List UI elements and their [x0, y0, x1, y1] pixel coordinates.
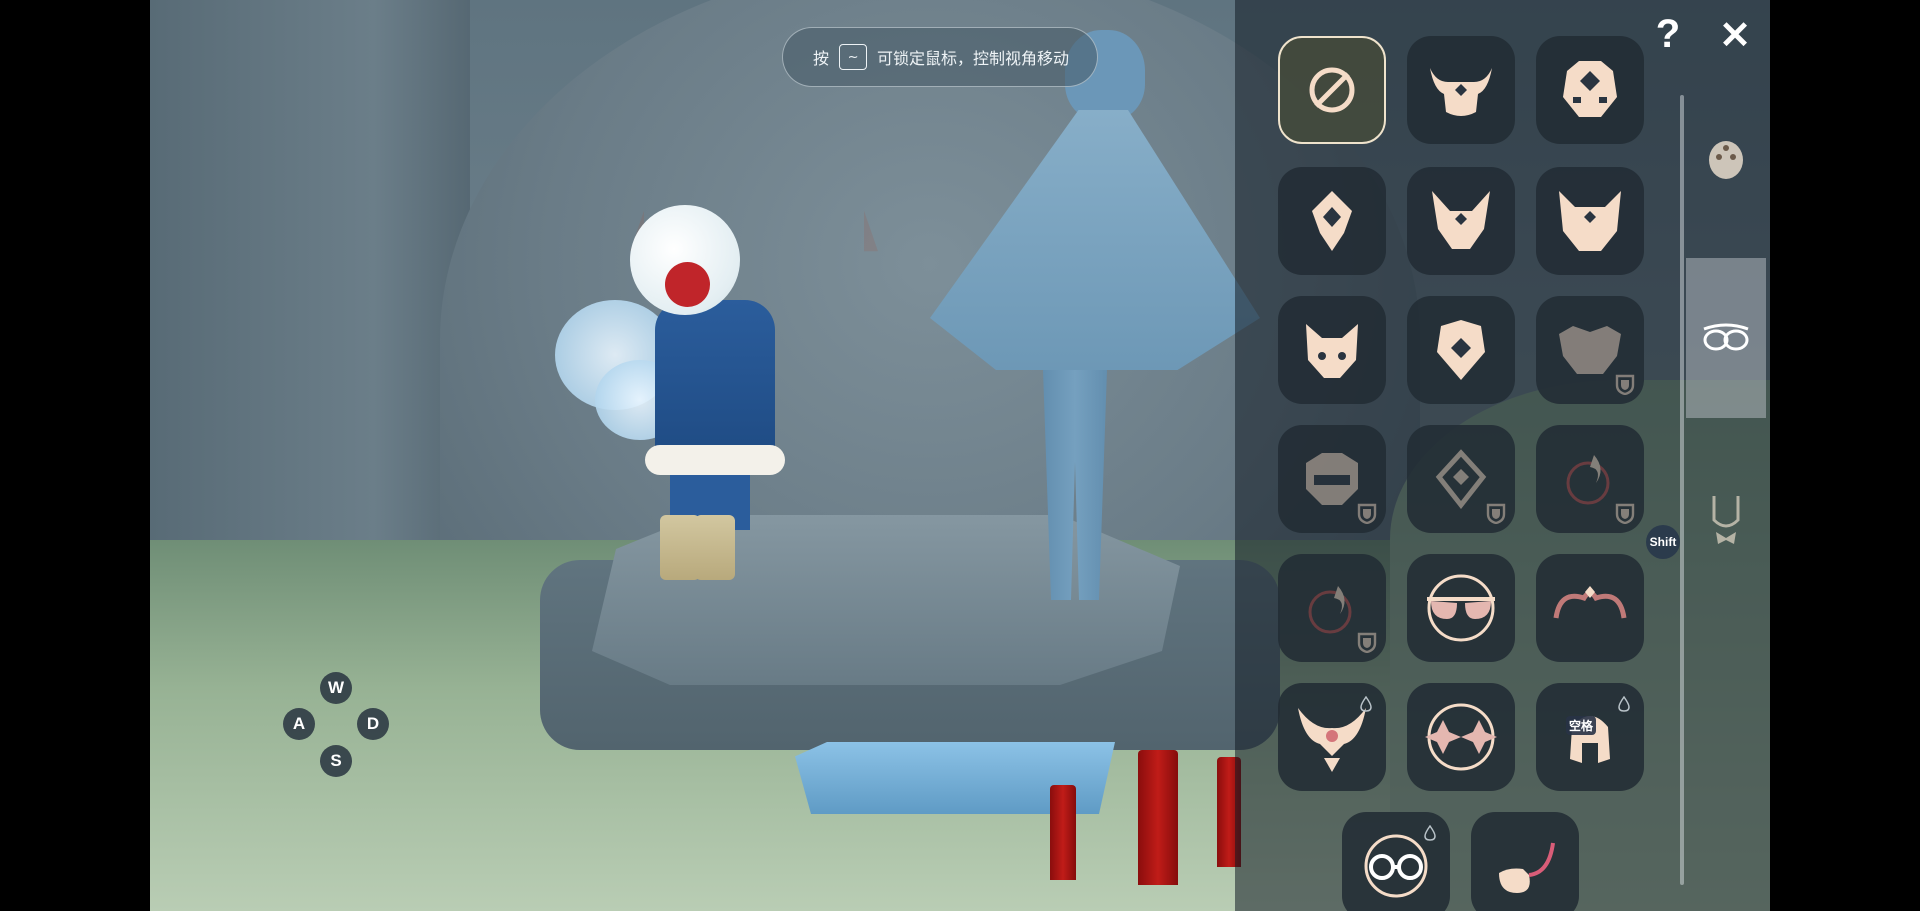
shift-key[interactable]: Shift [1646, 525, 1680, 559]
glasses-category-icon [1703, 323, 1749, 351]
sunglasses-icon [1421, 573, 1501, 643]
key-a[interactable]: A [283, 708, 315, 740]
candle [1050, 785, 1076, 880]
lock-icon [1486, 503, 1506, 524]
mask-slot[interactable] [1471, 812, 1579, 911]
diamond-outline-mask-icon [1431, 449, 1491, 509]
mask-slot[interactable] [1407, 554, 1515, 662]
mask-slot[interactable] [1536, 296, 1644, 404]
mask-slot[interactable] [1278, 167, 1386, 275]
fox-mask-icon [1426, 189, 1496, 253]
player-boot [695, 515, 735, 580]
mask-slot[interactable] [1536, 683, 1644, 791]
mask-slot[interactable] [1278, 425, 1386, 533]
key-d[interactable]: D [357, 708, 389, 740]
key-w[interactable]: W [320, 672, 352, 704]
drop-icon [1618, 696, 1630, 712]
mask-slot[interactable] [1536, 167, 1644, 275]
mask-slot[interactable] [1278, 554, 1386, 662]
close-button[interactable]: ✕ [1712, 12, 1758, 58]
mask-slot[interactable] [1407, 36, 1515, 144]
gem-mask-icon [1304, 189, 1360, 253]
player-accessory [665, 262, 710, 307]
category-face[interactable] [1686, 80, 1766, 240]
flame-mask-icon [1560, 449, 1620, 509]
crown-mask-icon [1555, 320, 1625, 380]
winged-mask-icon [1294, 700, 1370, 774]
mask-slot[interactable] [1536, 36, 1644, 144]
drop-icon [1360, 696, 1372, 712]
necklace-icon [1712, 496, 1740, 544]
diamond-mask-icon [1555, 57, 1625, 123]
lock-icon [1357, 503, 1377, 524]
mask-slot[interactable] [1278, 296, 1386, 404]
mask-slot[interactable] [1407, 425, 1515, 533]
cat-mask-icon [1300, 320, 1364, 380]
lock-mouse-hint: 按 ~ 可锁定鼠标，控制视角移动 [782, 27, 1098, 87]
mask-slot[interactable] [1278, 683, 1386, 791]
category-necklace[interactable] [1686, 440, 1766, 600]
hint-prefix: 按 [813, 49, 830, 68]
round-glasses-icon [1356, 831, 1436, 901]
tilde-key-icon: ~ [839, 44, 868, 70]
mask-slot[interactable] [1407, 296, 1515, 404]
mask-slot[interactable] [1536, 425, 1644, 533]
mask-slot[interactable] [1342, 812, 1450, 911]
mask-slot[interactable] [1407, 683, 1515, 791]
key-s[interactable]: S [320, 745, 352, 777]
none-icon [1302, 60, 1362, 120]
swirl-mask-icon [1550, 578, 1630, 638]
player-fur-trim [645, 445, 785, 475]
player-boot [660, 515, 700, 580]
visor-mask-icon [1300, 449, 1364, 509]
candle [1138, 750, 1178, 885]
oni-mask-icon [1555, 189, 1625, 253]
category-glasses[interactable] [1686, 258, 1766, 418]
scrollbar[interactable] [1680, 95, 1684, 885]
game-screen: 按 ~ 可锁定鼠标，控制视角移动 W A D S ? ✕ Shift 空格 [0, 0, 1920, 911]
help-button[interactable]: ? [1648, 12, 1688, 56]
mask-slot[interactable] [1407, 167, 1515, 275]
hint-text: 可锁定鼠标，控制视角移动 [877, 49, 1070, 68]
lock-icon [1615, 374, 1635, 395]
lock-icon [1615, 503, 1635, 524]
space-key-badge: 空格 [1566, 716, 1597, 735]
mask-slot[interactable] [1536, 554, 1644, 662]
cave-wall [150, 0, 470, 620]
drop-icon [1424, 825, 1436, 841]
pipe-icon [1489, 833, 1561, 899]
flame-mask-2-icon [1302, 578, 1362, 638]
lock-icon [1357, 632, 1377, 653]
face-icon [1709, 141, 1743, 179]
mask-slot[interactable] [1278, 36, 1386, 144]
star-glasses-icon [1421, 702, 1501, 772]
shield-mask-icon [1431, 318, 1491, 382]
horned-mask-icon [1426, 60, 1496, 120]
